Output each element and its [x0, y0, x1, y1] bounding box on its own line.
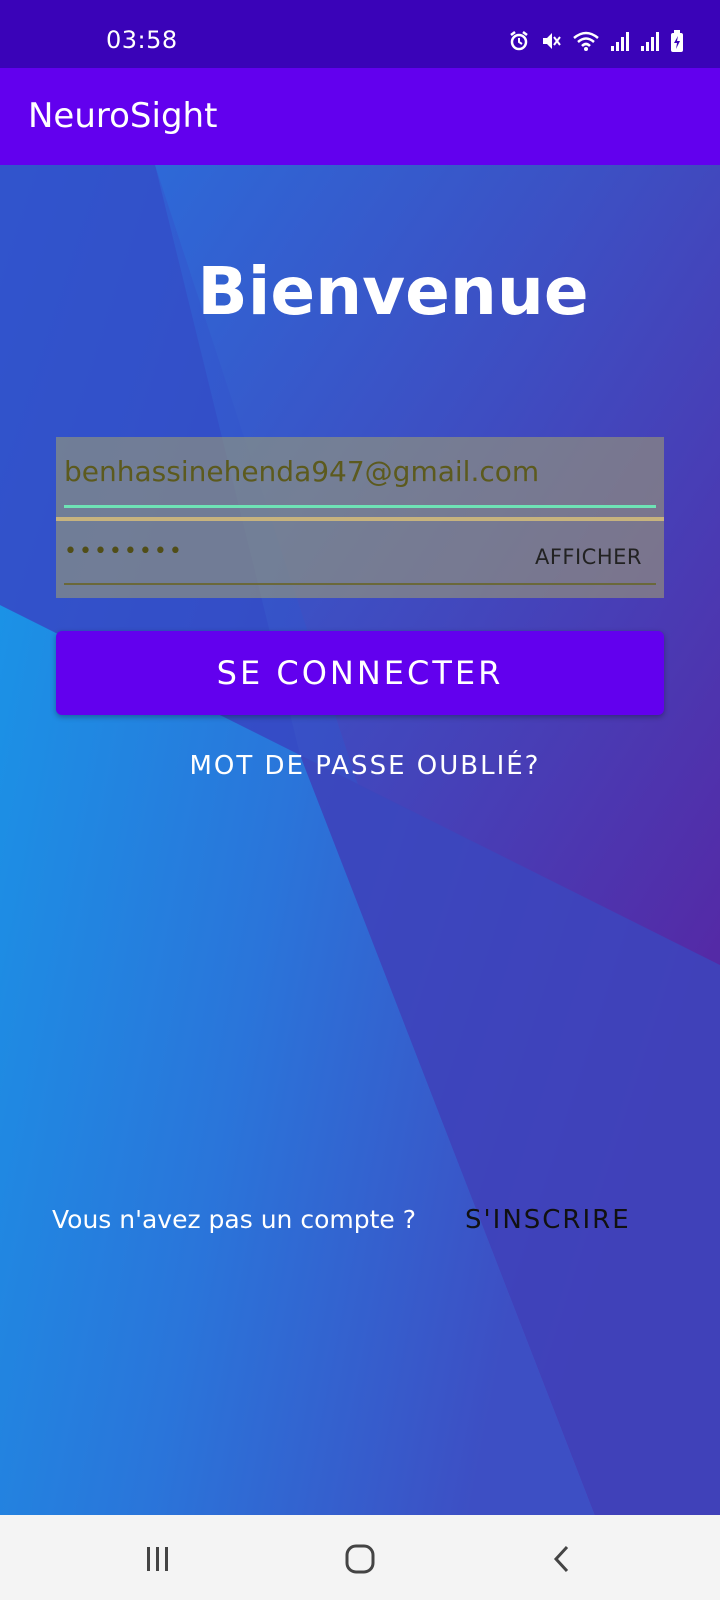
show-password-button[interactable]: AFFICHER: [535, 545, 642, 569]
password-field[interactable]: ••••••••: [64, 539, 484, 579]
status-time: 03:58: [106, 26, 178, 54]
alarm-icon: [508, 30, 530, 56]
battery-icon: [670, 30, 684, 56]
email-field[interactable]: benhassinehenda947@gmail.com: [64, 455, 656, 507]
mute-icon: [540, 30, 562, 56]
recent-apps-icon[interactable]: [136, 1537, 180, 1581]
email-field-underline: [64, 505, 656, 508]
form-divider: [56, 517, 664, 521]
no-account-text: Vous n'avez pas un compte ?: [52, 1205, 417, 1234]
status-icons: [508, 30, 684, 56]
forgot-password-link[interactable]: MOT DE PASSE OUBLIÉ?: [0, 751, 720, 781]
app-bar: NeuroSight: [0, 68, 720, 165]
welcome-heading: Bienvenue: [197, 253, 589, 330]
back-icon[interactable]: [540, 1537, 584, 1581]
signal-icon: [610, 30, 630, 56]
status-bar: 03:58: [0, 0, 720, 68]
wifi-icon: [572, 30, 600, 56]
password-field-underline: [64, 583, 656, 585]
signup-link[interactable]: S'INSCRIRE: [465, 1205, 631, 1235]
login-screen: Bienvenue benhassinehenda947@gmail.com •…: [0, 165, 720, 1515]
background-gradient: [0, 165, 720, 1515]
app-title: NeuroSight: [28, 96, 218, 136]
login-form: benhassinehenda947@gmail.com •••••••• AF…: [56, 437, 664, 598]
home-icon[interactable]: [338, 1537, 382, 1581]
signal-icon: [640, 30, 660, 56]
login-button[interactable]: SE CONNECTER: [56, 631, 664, 715]
navigation-bar: [0, 1515, 720, 1600]
